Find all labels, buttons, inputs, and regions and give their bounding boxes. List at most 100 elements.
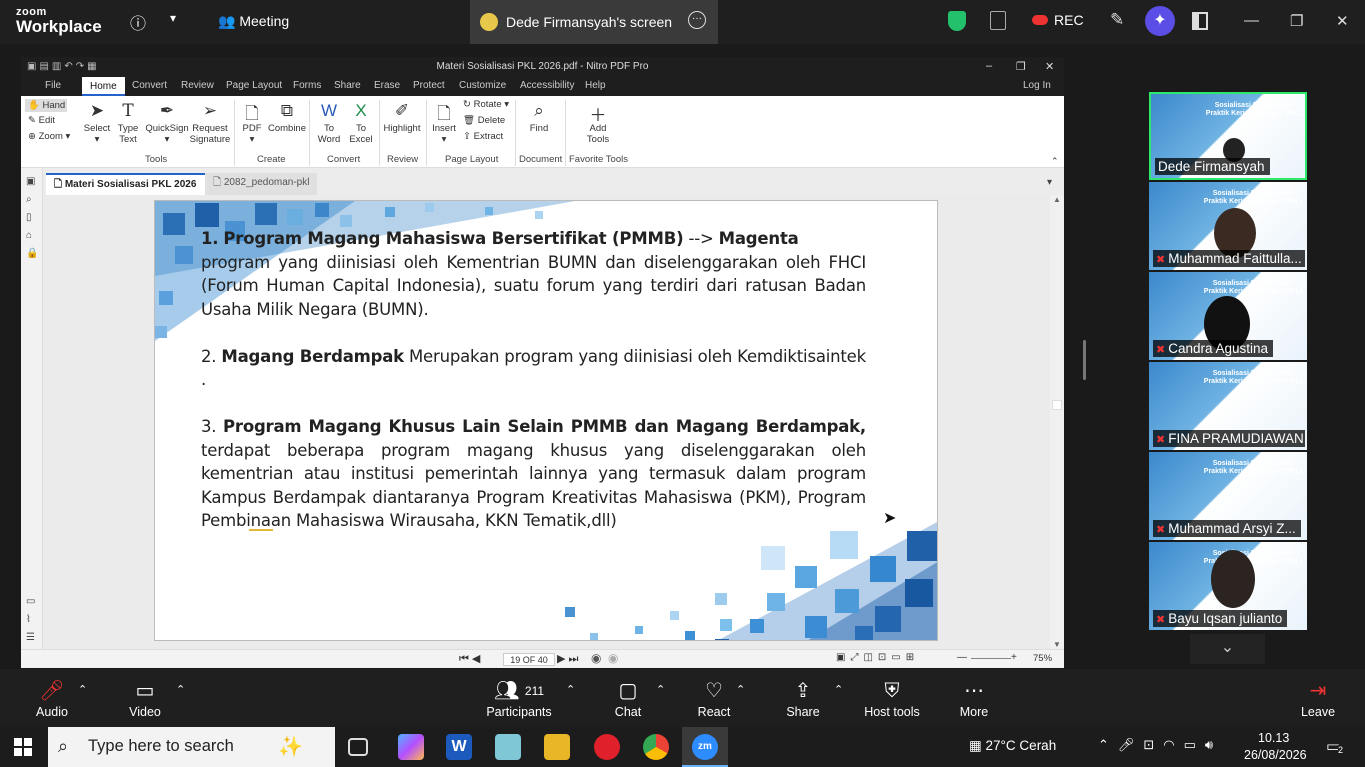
participant-tile[interactable]: Sosialisasi Pelaksanaan Praktik Kerja La… [1149, 182, 1307, 270]
audio-button[interactable]: 🎤︎ Audio [30, 679, 74, 719]
weather-widget[interactable]: ▦ 27°C Cerah [969, 738, 1056, 754]
leave-button[interactable]: ⇥ Leave [1298, 679, 1338, 719]
participant-tile[interactable]: Sosialisasi Pelaksanaan Praktik Kerja La… [1149, 542, 1307, 630]
edit-tool[interactable]: ✎ Edit [25, 115, 55, 126]
bookmark-icon[interactable]: ▯ [26, 212, 32, 223]
menu-convert[interactable]: Convert [132, 80, 167, 91]
menu-review[interactable]: Review [181, 80, 214, 91]
react-button[interactable]: ♡ React [694, 679, 734, 719]
zoom-level[interactable]: 75% [1033, 653, 1052, 664]
participants-button[interactable]: 👥︎ 211 Participants [484, 679, 554, 719]
layers-icon[interactable]: ☰ [26, 632, 35, 643]
video-options-caret-icon[interactable]: ⌃ [176, 683, 185, 696]
restore-icon[interactable]: ❐ [1290, 12, 1303, 30]
audio-options-caret-icon[interactable]: ⌃ [78, 683, 87, 696]
word-app-icon[interactable]: W [446, 734, 472, 760]
scroll-up-icon[interactable]: ▲ [1053, 195, 1061, 204]
menu-share[interactable]: Share [334, 80, 361, 91]
chrome-icon[interactable] [643, 734, 669, 760]
hand-tool[interactable]: ✋ Hand [25, 99, 67, 112]
meeting-tab[interactable]: 👥 Meeting [218, 13, 289, 30]
to-excel-tool[interactable]: X To Excel [347, 96, 375, 145]
start-button[interactable] [14, 738, 32, 756]
add-tools-button[interactable]: ＋ Add Tools [583, 96, 613, 145]
opera-icon[interactable] [594, 734, 620, 760]
clock-time[interactable]: 10.13 [1258, 731, 1289, 745]
tab-materi-sosialisasi[interactable]: 🗋 Materi Sosialisasi PKL 2026 ✕ [46, 173, 224, 195]
search-icon[interactable]: ⌕ [26, 194, 32, 205]
security-shield-icon[interactable] [948, 11, 966, 31]
task-view-icon[interactable] [348, 738, 368, 756]
zoom-slider[interactable] [971, 658, 1011, 659]
more-button[interactable]: ⋯ More [956, 679, 992, 719]
menu-accessibility[interactable]: Accessibility [520, 80, 574, 91]
close-icon[interactable]: ✕ [1336, 12, 1349, 30]
prev-view-icon[interactable]: ◉ [591, 651, 601, 665]
panel-resize-handle[interactable] [1083, 340, 1086, 380]
menu-home[interactable]: Home [82, 77, 125, 96]
participants-caret-icon[interactable]: ⌃ [566, 683, 575, 696]
insert-tool[interactable]: 🗋 Insert ▾ [429, 96, 459, 145]
view-mode-icons[interactable]: ▣⤢◫⊡▭⊞ [836, 652, 919, 663]
rotate-tool[interactable]: ↻ Rotate ▾ [463, 99, 509, 110]
attachment-icon[interactable]: ⌇ [26, 614, 31, 625]
pages-icon[interactable]: ▣ [26, 176, 35, 187]
chat-caret-icon[interactable]: ⌃ [656, 683, 665, 696]
type-text-tool[interactable]: T Type Text [116, 96, 140, 145]
page-indicator[interactable]: 19 OF 40 [503, 653, 555, 666]
system-tray-icons[interactable]: ⌃🎤︎⊡◠▭🔊︎ [1098, 737, 1222, 753]
menu-erase[interactable]: Erase [374, 80, 400, 91]
scroll-down-icon[interactable]: ▼ [1053, 640, 1061, 649]
first-prev-page-icons[interactable]: ⏮◀ [459, 652, 483, 666]
more-options-icon[interactable]: ··· [688, 11, 706, 29]
screen-share-tab[interactable]: Dede Firmansyah's screen ··· [470, 0, 718, 44]
zoom-taskbar-button[interactable]: zm [682, 727, 728, 767]
next-view-icon[interactable]: ◉ [608, 651, 618, 665]
app-icon[interactable] [495, 734, 521, 760]
menu-forms[interactable]: Forms [293, 80, 321, 91]
video-button[interactable]: ▭ Video [124, 679, 166, 719]
zoom-in-icon[interactable]: + [1011, 652, 1017, 663]
file-explorer-icon[interactable] [544, 734, 570, 760]
share-caret-icon[interactable]: ⌃ [834, 683, 843, 696]
extract-tool[interactable]: ⇪ Extract [463, 131, 503, 142]
share-button[interactable]: ⇪ Share [784, 679, 822, 719]
minimize-icon[interactable]: — [1244, 12, 1259, 29]
menu-protect[interactable]: Protect [413, 80, 445, 91]
clock-date[interactable]: 26/08/2026 [1244, 748, 1307, 762]
request-signature-tool[interactable]: ➢ Request Signature [188, 96, 232, 145]
info-icon[interactable]: ⓘ [130, 10, 146, 34]
collapse-ribbon-icon[interactable]: ⌃ [1051, 156, 1059, 167]
view-layout-icon[interactable] [1192, 12, 1208, 30]
menu-file[interactable]: File [45, 80, 61, 91]
lock-icon[interactable]: 🔒 [26, 248, 38, 259]
chevron-down-icon[interactable]: ▾ [170, 11, 176, 25]
pdf-tool[interactable]: 🗋 PDF ▾ [239, 96, 265, 145]
nitro-restore-icon[interactable]: ❐ [1016, 60, 1026, 73]
more-participants-chevron-icon[interactable]: ⌄ [1190, 634, 1265, 664]
copilot-icon[interactable] [398, 734, 424, 760]
taskbar-search-box[interactable]: ⌕ Type here to search ✨ [48, 727, 335, 767]
chat-button[interactable]: ▢ Chat [610, 679, 646, 719]
login-link[interactable]: Log In [1023, 80, 1051, 91]
tab-list-chevron-icon[interactable]: ▾ [1039, 173, 1060, 195]
tag-icon[interactable]: ⌂ [26, 230, 32, 241]
menu-customize[interactable]: Customize [459, 80, 506, 91]
participant-tile[interactable]: Sosialisasi Pelaksanaan Praktik Kerja La… [1149, 452, 1307, 540]
vertical-scrollbar[interactable]: ▲ ▼ [1050, 195, 1064, 653]
menu-page-layout[interactable]: Page Layout [226, 80, 282, 91]
delete-tool[interactable]: 🗑 Delete [463, 115, 505, 126]
participant-tile[interactable]: Sosialisasi Pelaksanaan Praktik Kerja La… [1149, 92, 1307, 180]
pdf-page[interactable]: 1. Program Magang Mahasiswa Bersertifika… [154, 200, 938, 641]
find-tool[interactable]: ⌕ Find [524, 96, 554, 134]
participant-tile[interactable]: Sosialisasi Pelaksanaan Praktik Kerja La… [1149, 272, 1307, 360]
participant-tile[interactable]: Sosialisasi Pelaksanaan Praktik Kerja La… [1149, 362, 1307, 450]
recording-indicator[interactable]: REC [1032, 12, 1084, 28]
ai-companion-icon[interactable]: ✦ [1145, 6, 1175, 36]
tab-pedoman-pkl[interactable]: 🗋 2082_pedoman-pkl [205, 173, 318, 195]
zoom-out-icon[interactable]: — [957, 652, 967, 663]
next-last-page-icons[interactable]: ▶⏭ [557, 652, 581, 666]
nitro-minimize-icon[interactable]: – [986, 60, 992, 72]
combine-tool[interactable]: ⧉ Combine [267, 96, 307, 134]
quicksign-tool[interactable]: ✒ QuickSign ▾ [144, 96, 190, 145]
